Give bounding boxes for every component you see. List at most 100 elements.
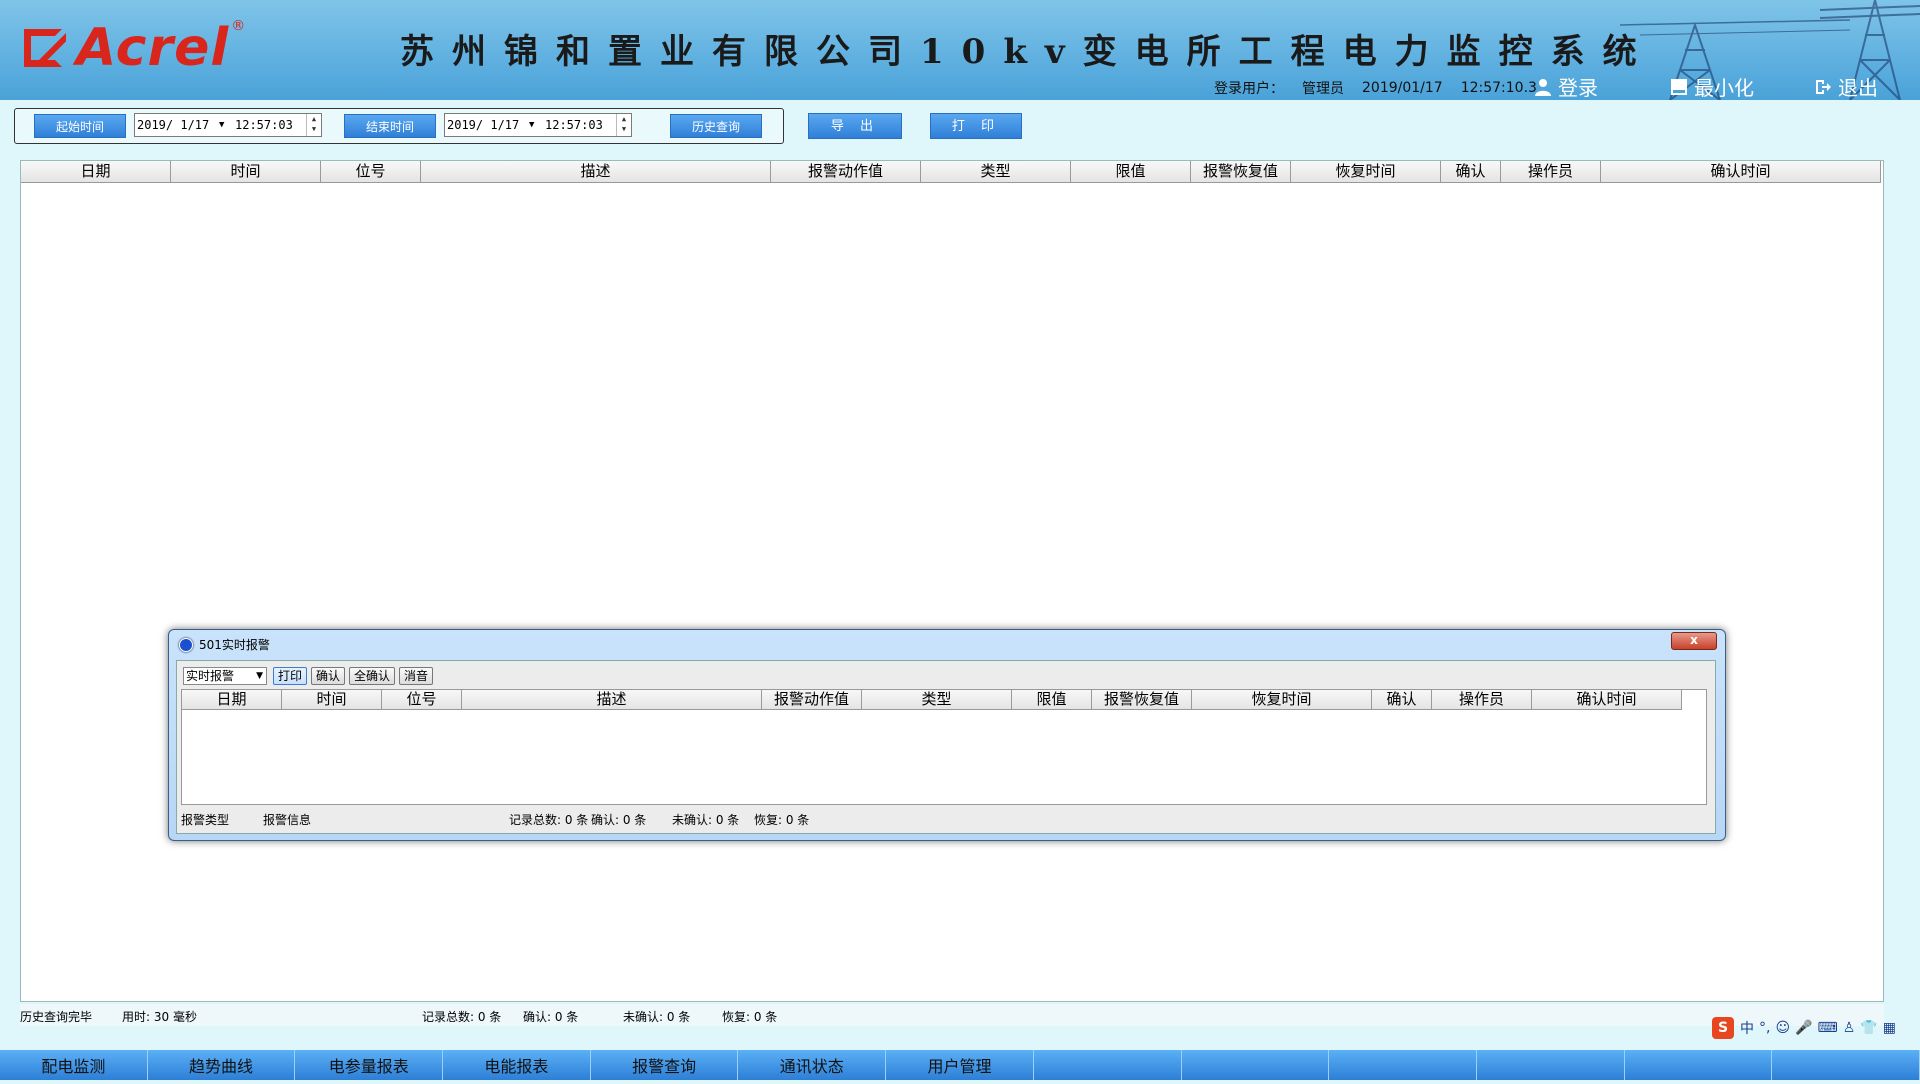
realtime-alarm-table[interactable]: 日期 时间 位号 描述 报警动作值 类型 限值 报警恢复值 恢复时间 确认 操作员 确认时间 — [181, 689, 1707, 805]
column-header[interactable]: 日期 — [21, 161, 171, 182]
unconfirmed-count: 未确认: 0 条 — [623, 1010, 691, 1024]
column-header[interactable]: 确认时间 — [1532, 690, 1682, 709]
column-header[interactable]: 限值 — [1071, 161, 1191, 182]
end-time-label: 结束时间 — [344, 114, 436, 138]
emoji-icon[interactable]: ☺ — [1775, 1020, 1790, 1036]
exit-button-label: 退出 — [1838, 76, 1878, 100]
login-info: 登录用户： 管理员 2019/01/17 12:57:10.3 — [1214, 78, 1555, 98]
ime-lang[interactable]: 中 — [1740, 1018, 1754, 1038]
column-header[interactable]: 操作员 — [1501, 161, 1601, 182]
column-header[interactable]: 确认 — [1441, 161, 1501, 182]
export-button[interactable]: 导 出 — [808, 113, 902, 139]
column-header[interactable]: 描述 — [462, 690, 762, 709]
user-icon — [1535, 78, 1551, 96]
keyboard-icon[interactable]: ⌨ — [1818, 1020, 1838, 1036]
query-state: 历史查询完毕 — [20, 1010, 93, 1024]
alarm-type-select[interactable]: 实时报警 ▼ — [183, 667, 267, 685]
column-header[interactable]: 描述 — [421, 161, 771, 182]
end-datetime-picker[interactable]: 2019/ 1/17 ▼ 12:57:03 ▲ ▼ — [444, 113, 632, 137]
logo-registered-mark: ® — [231, 18, 246, 34]
column-header[interactable]: 类型 — [862, 690, 1012, 709]
start-datetime-picker[interactable]: 2019/ 1/17 ▼ 12:57:03 ▲ ▼ — [134, 113, 322, 137]
column-header[interactable]: 操作员 — [1432, 690, 1532, 709]
login-label: 登录用户： — [1214, 81, 1284, 97]
exit-button[interactable]: 退出 — [1814, 72, 1878, 100]
alarm-panel: 实时报警 ▼ 打印 确认 全确认 消音 日期 时间 位号 描述 报警动作值 类型 限值 报警恢… — [176, 660, 1716, 834]
chevron-down-icon: ▼ — [256, 671, 263, 681]
logo-text: Acrel — [76, 18, 230, 78]
nav-tab[interactable] — [1772, 1050, 1920, 1080]
start-time-label: 起始时间 — [34, 114, 126, 138]
nav-tab[interactable]: 报警查询 — [590, 1050, 739, 1080]
nav-tab[interactable] — [1624, 1050, 1773, 1080]
column-header[interactable]: 位号 — [321, 161, 421, 182]
start-date-value: 2019/ 1/17 — [137, 118, 210, 132]
nav-tab[interactable]: 趋势曲线 — [147, 1050, 296, 1080]
chevron-down-icon[interactable]: ▼ — [529, 114, 534, 136]
column-header[interactable]: 类型 — [921, 161, 1071, 182]
minimize-button-label: 最小化 — [1694, 76, 1754, 100]
ime-toolbar[interactable]: S 中 °, ☺ 🎤 ⌨ ♙ 👕 ▦ — [1712, 1017, 1901, 1039]
window-title-text: 501实时报警 — [199, 638, 270, 652]
column-header[interactable]: 限值 — [1012, 690, 1092, 709]
column-header[interactable]: 报警恢复值 — [1092, 690, 1192, 709]
nav-tab[interactable]: 通讯状态 — [738, 1050, 887, 1080]
minimize-button[interactable]: 最小化 — [1670, 72, 1754, 100]
history-alarm-table[interactable]: 日期 时间 位号 描述 报警动作值 类型 限值 报警恢复值 恢复时间 确认 操作员 确认时间 — [20, 160, 1884, 1002]
table-header: 日期 时间 位号 描述 报警动作值 类型 限值 报警恢复值 恢复时间 确认 操作员 确认时间 — [182, 690, 1682, 710]
print-button[interactable]: 打 印 — [930, 113, 1022, 139]
login-button-label: 登录 — [1558, 76, 1598, 100]
alarm-confirmed-count: 确认: 0 条 — [591, 813, 647, 827]
column-header[interactable]: 报警动作值 — [762, 690, 862, 709]
close-button[interactable]: x — [1671, 632, 1717, 650]
column-header[interactable]: 恢复时间 — [1192, 690, 1372, 709]
alarm-recovered-count: 恢复: 0 条 — [754, 813, 810, 827]
alarm-print-button[interactable]: 打印 — [273, 667, 308, 685]
spinner-icon[interactable]: ▲ ▼ — [306, 114, 321, 136]
column-header[interactable]: 时间 — [171, 161, 321, 182]
table-header: 日期 时间 位号 描述 报警动作值 类型 限值 报警恢复值 恢复时间 确认 操作员 确认时间 — [21, 161, 1881, 183]
column-header[interactable]: 位号 — [382, 690, 462, 709]
nav-tab[interactable]: 电参量报表 — [295, 1050, 444, 1080]
column-header[interactable]: 确认 — [1372, 690, 1432, 709]
nav-tab[interactable] — [1329, 1050, 1477, 1080]
nav-tab[interactable] — [1181, 1050, 1330, 1080]
login-button[interactable]: 登录 — [1534, 72, 1598, 100]
realtime-alarm-window[interactable]: 501实时报警 x 实时报警 ▼ 打印 确认 全确认 消音 日期 时间 位号 描述 报警… — [168, 629, 1726, 841]
ime-punct[interactable]: °, — [1759, 1020, 1770, 1036]
alarm-confirm-all-button[interactable]: 全确认 — [349, 667, 396, 685]
alarm-record-total: 记录总数: 0 条 — [509, 813, 589, 827]
nav-tab[interactable] — [1476, 1050, 1625, 1080]
column-header[interactable]: 确认时间 — [1601, 161, 1881, 182]
alarm-confirm-button[interactable]: 确认 — [311, 667, 346, 685]
column-header[interactable]: 报警恢复值 — [1191, 161, 1291, 182]
acrel-logo: Acrel ® — [24, 18, 245, 78]
alarm-unconfirmed-count: 未确认: 0 条 — [672, 813, 740, 827]
system-title: 苏州锦和置业有限公司10kv变电所工程电力监控系统 — [400, 32, 1655, 72]
microphone-icon[interactable]: 🎤 — [1795, 1020, 1812, 1036]
start-time-value: 12:57:03 — [235, 118, 293, 132]
end-date-value: 2019/ 1/17 — [447, 118, 520, 132]
alarm-type-value: 实时报警 — [186, 669, 235, 683]
nav-tab[interactable]: 配电监测 — [0, 1050, 148, 1080]
column-header[interactable]: 恢复时间 — [1291, 161, 1441, 182]
column-header[interactable]: 报警动作值 — [771, 161, 921, 182]
app-icon — [179, 637, 193, 652]
history-query-button[interactable]: 历史查询 — [670, 114, 762, 138]
user-icon[interactable]: ♙ — [1843, 1020, 1856, 1036]
status-bar: 历史查询完毕 用时: 30 毫秒 记录总数: 0 条 确认: 0 条 未确认: … — [20, 1004, 1884, 1026]
nav-tab[interactable]: 电能报表 — [443, 1050, 591, 1080]
column-header[interactable]: 时间 — [282, 690, 382, 709]
spinner-icon[interactable]: ▲ ▼ — [616, 114, 631, 136]
skin-icon[interactable]: 👕 — [1860, 1020, 1877, 1036]
grid-icon[interactable]: ▦ — [1883, 1020, 1896, 1036]
minimize-icon — [1671, 78, 1687, 95]
sogou-ime-icon[interactable]: S — [1712, 1017, 1734, 1039]
chevron-down-icon[interactable]: ▼ — [219, 114, 224, 136]
current-time: 12:57:10.3 — [1460, 80, 1537, 96]
alarm-mute-button[interactable]: 消音 — [399, 667, 434, 685]
nav-tab[interactable]: 用户管理 — [886, 1050, 1034, 1080]
column-header[interactable]: 日期 — [182, 690, 282, 709]
nav-tab[interactable] — [1033, 1050, 1182, 1080]
bottom-navigation: 配电监测 趋势曲线 电参量报表 电能报表 报警查询 通讯状态 用户管理 — [0, 1050, 1920, 1080]
